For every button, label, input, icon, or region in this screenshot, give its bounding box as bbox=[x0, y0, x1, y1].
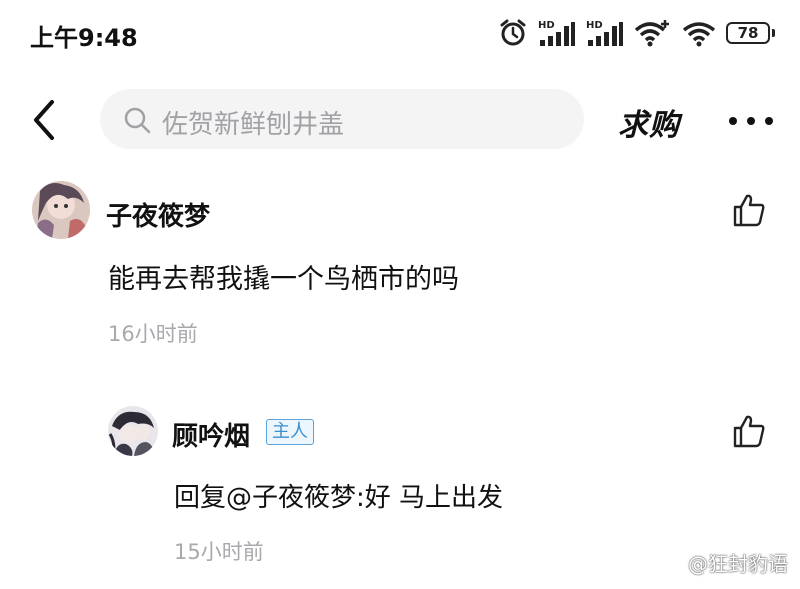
search-input[interactable]: 佐贺新鲜刨井盖 bbox=[100, 89, 584, 149]
status-time: 上午9:48 bbox=[30, 24, 138, 52]
alarm-icon bbox=[500, 19, 526, 46]
thumbs-up-icon[interactable] bbox=[731, 192, 767, 228]
status-bar: 上午9:48 HD HD 78 bbox=[0, 0, 800, 68]
svg-text:HD: HD bbox=[586, 20, 603, 31]
comment-username[interactable]: 子夜筱梦 bbox=[106, 196, 210, 233]
battery-level: 78 bbox=[737, 24, 759, 42]
reply-content: 回复@子夜筱梦:好 马上出发 bbox=[174, 483, 504, 513]
more-icon[interactable] bbox=[728, 116, 774, 126]
watermark-text: @狂封豹语 bbox=[688, 552, 788, 576]
watermark: @狂封豹语 bbox=[658, 548, 788, 577]
top-bar: 佐贺新鲜刨井盖 求购 bbox=[0, 80, 800, 160]
wifi-plus-icon bbox=[634, 20, 669, 47]
back-arrow-icon[interactable] bbox=[26, 96, 66, 144]
signal-hd-icon: HD bbox=[586, 20, 623, 46]
svg-text:HD: HD bbox=[538, 20, 555, 31]
status-icons: HD HD 78 bbox=[498, 16, 775, 50]
search-icon bbox=[124, 107, 151, 134]
comment-content: 能再去帮我撬一个鸟栖市的吗 bbox=[108, 264, 459, 295]
signal-hd-icon: HD bbox=[538, 20, 575, 46]
page-title: 求购 bbox=[618, 108, 680, 143]
reply-time: 15小时前 bbox=[174, 540, 264, 564]
battery-icon: 78 bbox=[726, 22, 775, 44]
wifi-icon bbox=[682, 22, 716, 47]
avatar[interactable] bbox=[32, 181, 90, 239]
owner-badge: 主人 bbox=[266, 419, 314, 445]
comment-time: 16小时前 bbox=[108, 322, 198, 346]
search-placeholder: 佐贺新鲜刨井盖 bbox=[162, 110, 345, 140]
reply-username[interactable]: 顾吟烟 bbox=[172, 416, 250, 453]
weibo-logo-icon bbox=[658, 553, 681, 572]
avatar[interactable] bbox=[108, 406, 158, 456]
thumbs-up-icon[interactable] bbox=[731, 413, 767, 449]
